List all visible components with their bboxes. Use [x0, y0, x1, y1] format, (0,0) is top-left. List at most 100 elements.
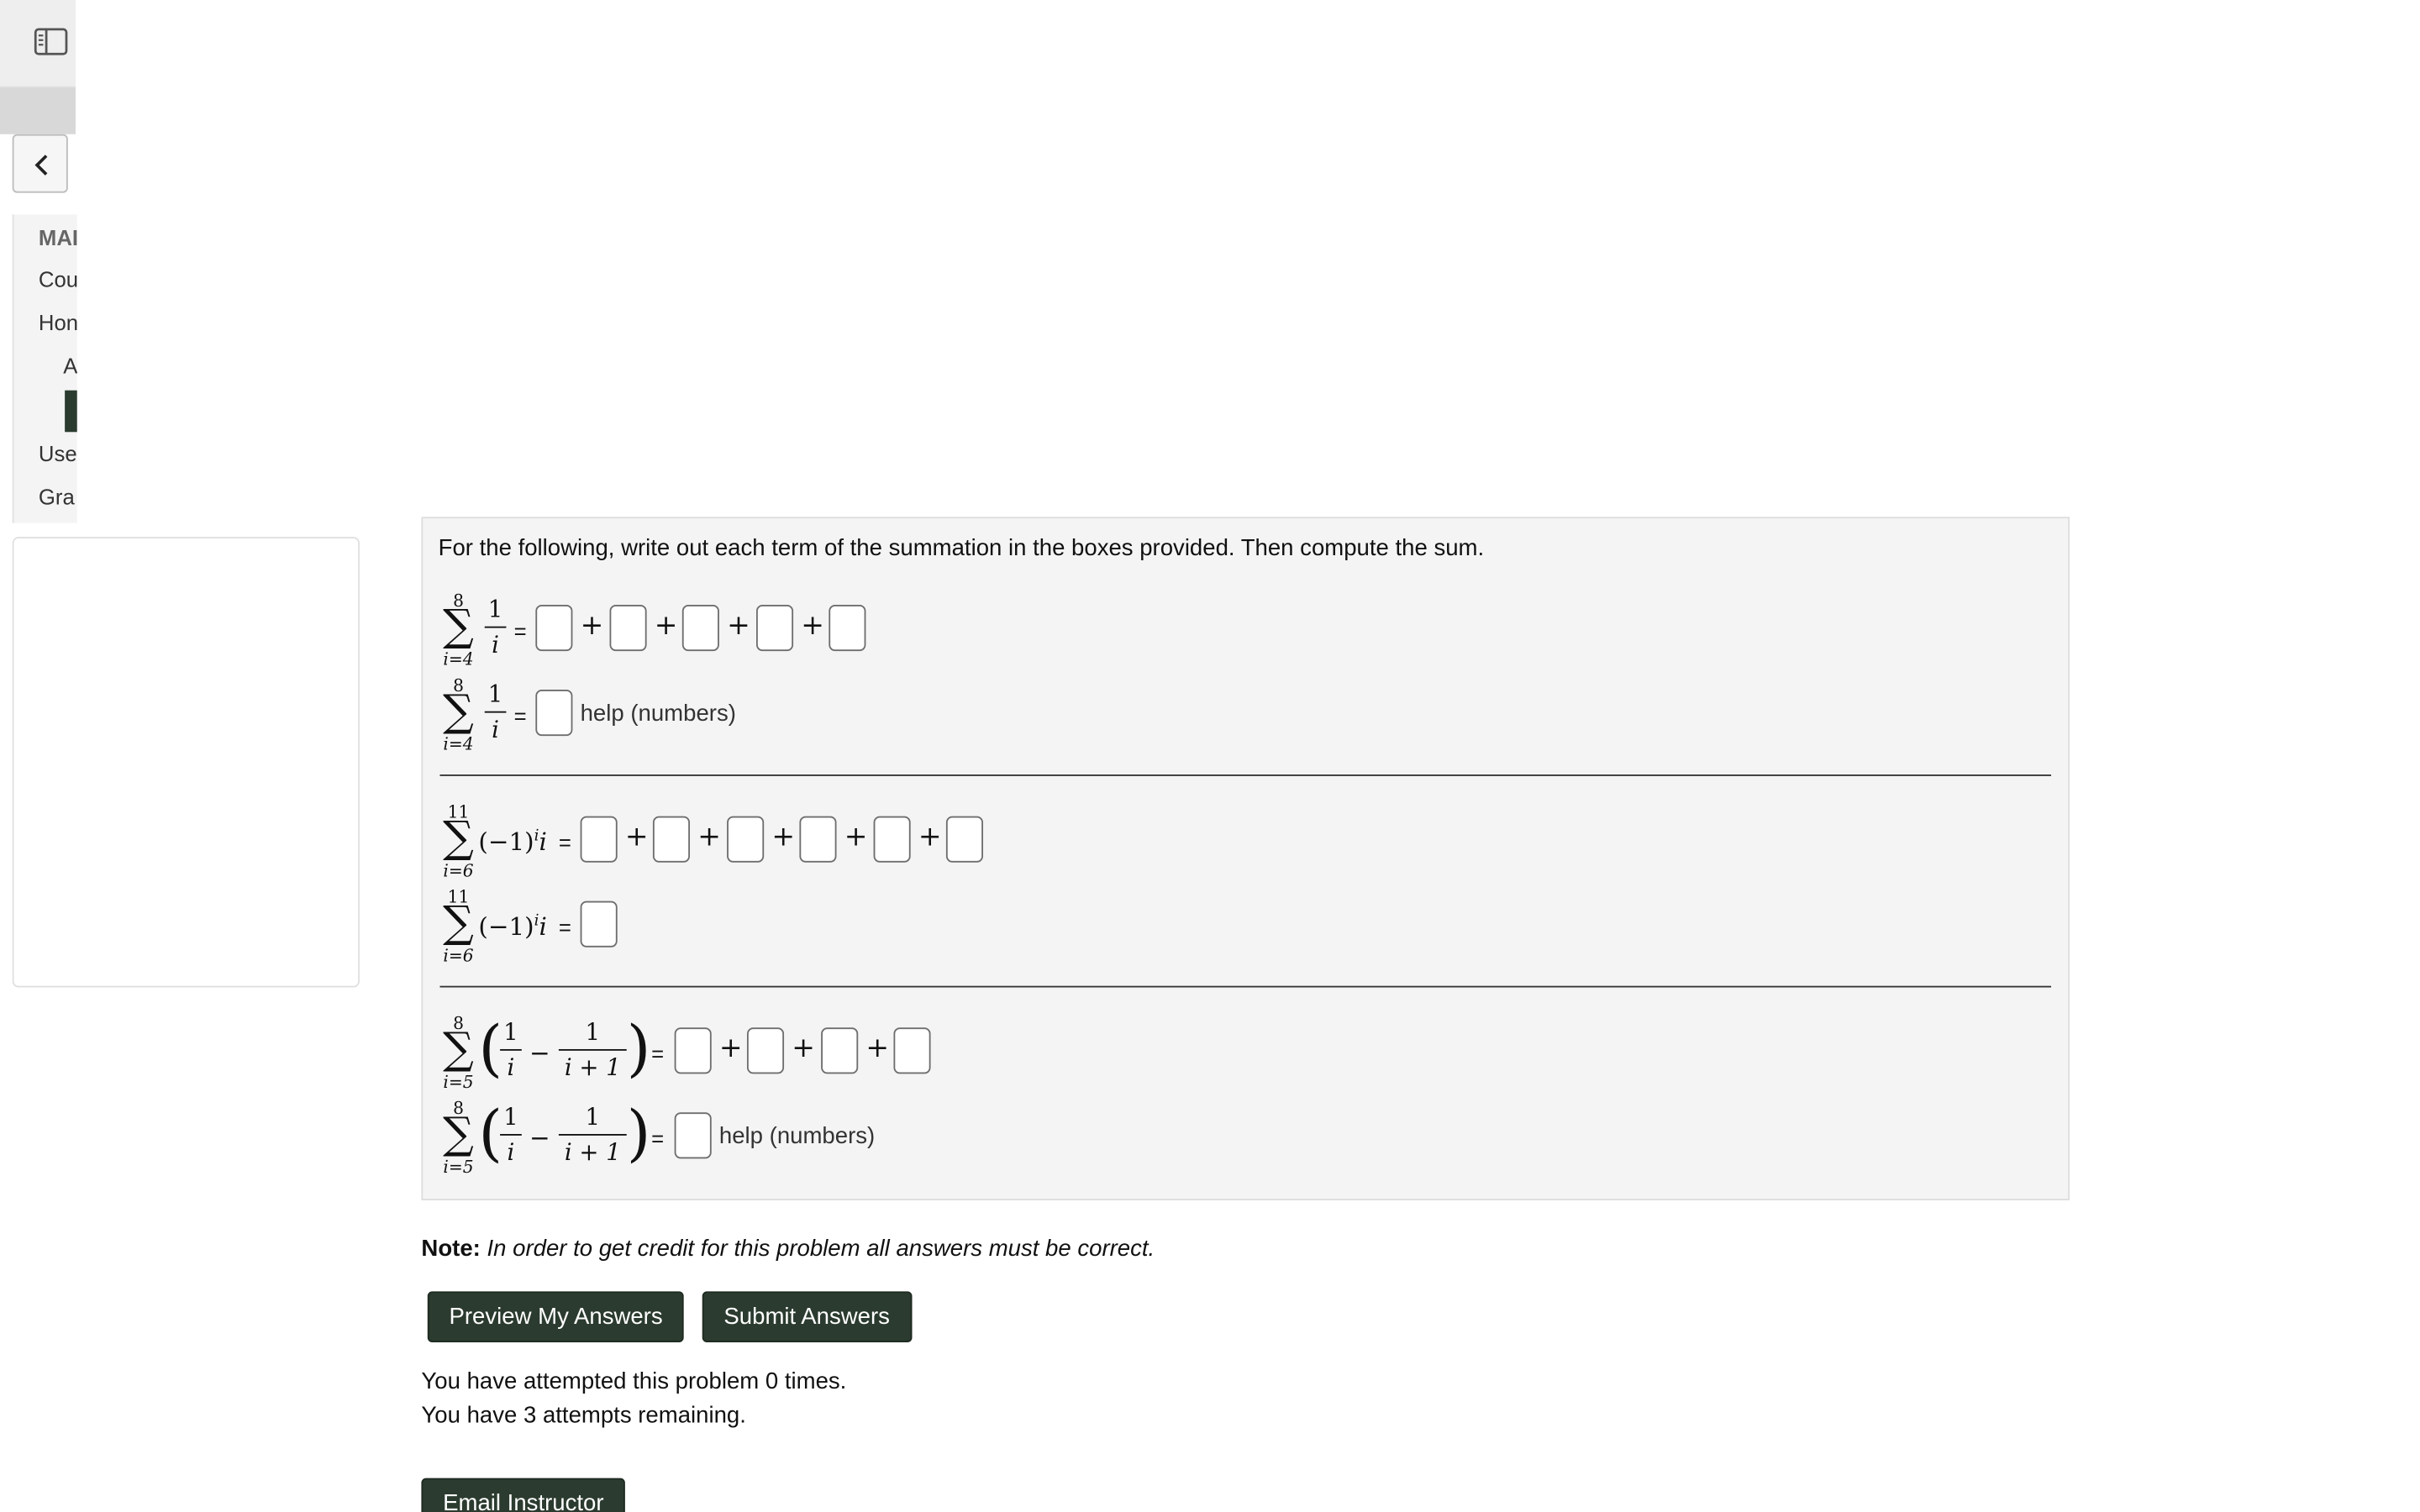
minus-sign: −: [529, 1123, 550, 1153]
power-expression: (−1)ii: [478, 911, 547, 942]
help-link[interactable]: help (numbers): [719, 1123, 875, 1149]
sidebar-nav: MAI Cou Hon A Use Gra: [12, 214, 77, 523]
fraction-numerator: 1: [585, 1018, 601, 1047]
fraction-denominator: i: [492, 716, 500, 744]
right-paren: ): [626, 1098, 651, 1170]
note-text: In order to get credit for this problem …: [487, 1236, 1155, 1263]
answer-input[interactable]: [674, 1027, 712, 1074]
answer-input[interactable]: [893, 1027, 931, 1074]
email-instructor-button[interactable]: Email Instructor: [421, 1478, 626, 1512]
sum-input[interactable]: [580, 900, 618, 948]
fraction: 1 i: [500, 1103, 522, 1167]
plus-sign: +: [580, 609, 604, 643]
back-button[interactable]: [12, 134, 68, 193]
answer-input[interactable]: [681, 604, 719, 652]
plus-sign: +: [801, 609, 824, 643]
fraction-denominator: i: [507, 1138, 515, 1167]
plus-sign: +: [654, 609, 678, 643]
equals-sign: =: [651, 1041, 665, 1067]
part2-terms-row: 11 ∑ i=6 (−1)ii = + + + + +: [423, 802, 2059, 885]
plus-sign: +: [771, 821, 796, 853]
part3-terms-row: 8 ∑ i=5 ( 1 i − 1 i + 1 ) = + + +: [423, 1013, 2059, 1096]
separator: [439, 985, 2052, 988]
answer-input[interactable]: [580, 816, 618, 863]
sidebar-header-band: [0, 87, 76, 134]
minus-sign: −: [529, 1038, 550, 1068]
equals-sign: =: [651, 1126, 665, 1152]
plus-sign: +: [697, 821, 721, 853]
plus-sign: +: [792, 1032, 815, 1065]
sidebar-panel: [12, 537, 360, 988]
problem-prompt: For the following, write out each term o…: [438, 535, 1485, 562]
preview-answers-button[interactable]: Preview My Answers: [427, 1291, 685, 1342]
answer-input[interactable]: [755, 604, 794, 652]
right-paren: ): [626, 1013, 651, 1085]
power-expression: (−1)ii: [478, 827, 547, 857]
sigma-lower: i=5: [443, 1072, 474, 1093]
fraction-numerator: 1: [487, 680, 503, 709]
sigma-symbol: 8 ∑ i=4: [439, 675, 479, 758]
answer-input[interactable]: [799, 816, 837, 863]
sum-input[interactable]: [674, 1112, 712, 1159]
plus-sign: +: [718, 1032, 743, 1065]
sigma-symbol: 11 ∑ i=6: [439, 887, 479, 969]
fraction-numerator: 1: [503, 1103, 518, 1131]
answer-input[interactable]: [829, 604, 866, 652]
sidebar-heading: MAI: [38, 225, 77, 250]
attempts-count: You have attempted this problem 0 times.: [421, 1368, 847, 1395]
sigma-symbol: 11 ∑ i=6: [439, 802, 479, 885]
part2-sum-row: 11 ∑ i=6 (−1)ii =: [423, 887, 2059, 969]
sigma-icon: ∑: [443, 1022, 474, 1074]
fraction: 1 i + 1: [558, 1103, 627, 1167]
separator: [439, 774, 2052, 776]
sigma-lower: i=4: [443, 734, 474, 755]
attempts-remaining: You have 3 attempts remaining.: [421, 1402, 746, 1429]
fraction: 1 i: [484, 680, 507, 744]
sidebar-toggle-icon[interactable]: [34, 28, 68, 55]
fraction-denominator: i + 1: [564, 1053, 621, 1082]
sigma-lower: i=5: [443, 1157, 474, 1178]
sigma-lower: i=4: [443, 649, 474, 670]
problem-box: For the following, write out each term o…: [421, 517, 2070, 1200]
sidebar-toggle-strip: [0, 0, 76, 88]
answer-input[interactable]: [821, 1027, 859, 1074]
plus-sign: +: [844, 821, 868, 853]
plus-sign: +: [727, 609, 750, 643]
equals-sign: =: [513, 618, 527, 643]
sigma-icon: ∑: [443, 1107, 474, 1159]
answer-input[interactable]: [727, 816, 765, 863]
sigma-icon: ∑: [443, 896, 474, 948]
sigma-icon: ∑: [443, 811, 474, 863]
sigma-lower: i=6: [443, 945, 474, 966]
answer-input[interactable]: [873, 816, 911, 863]
answer-input[interactable]: [652, 816, 691, 863]
part3-sum-row: 8 ∑ i=5 ( 1 i − 1 i + 1 ) = help (number…: [423, 1098, 2059, 1181]
sum-input[interactable]: [535, 690, 573, 737]
sidebar-item-assignment[interactable]: A: [63, 354, 77, 378]
part1-sum-row: 8 ∑ i=4 1 i = help (numbers): [423, 675, 2059, 758]
sigma-symbol: 8 ∑ i=4: [439, 591, 479, 673]
answer-input[interactable]: [609, 604, 647, 652]
left-paren: (: [478, 1013, 503, 1085]
sigma-icon: ∑: [443, 685, 474, 737]
part1-terms-row: 8 ∑ i=4 1 i = + + + +: [423, 591, 2059, 673]
answer-input[interactable]: [535, 604, 573, 652]
sigma-icon: ∑: [443, 600, 474, 652]
note: Note: In order to get credit for this pr…: [421, 1236, 1155, 1262]
fraction-numerator: 1: [585, 1103, 601, 1131]
chevron-left-icon: [34, 155, 48, 176]
page: MAI Cou Hon A Use Gra For the following,…: [0, 0, 2420, 1512]
sidebar-item-homework[interactable]: Hon: [39, 310, 77, 334]
sidebar-item-user[interactable]: Use: [39, 441, 77, 465]
sigma-symbol: 8 ∑ i=5: [439, 1014, 479, 1096]
sidebar-item-courses[interactable]: Cou: [39, 267, 77, 291]
sidebar-item-grades[interactable]: Gra: [39, 485, 75, 509]
submit-answers-button[interactable]: Submit Answers: [702, 1291, 912, 1342]
fraction-denominator: i: [492, 631, 500, 659]
answer-input[interactable]: [945, 816, 983, 863]
answer-input[interactable]: [746, 1027, 785, 1074]
note-label: Note:: [421, 1236, 481, 1263]
fraction-numerator: 1: [487, 595, 503, 624]
help-link[interactable]: help (numbers): [581, 701, 736, 727]
left-paren: (: [478, 1098, 503, 1170]
